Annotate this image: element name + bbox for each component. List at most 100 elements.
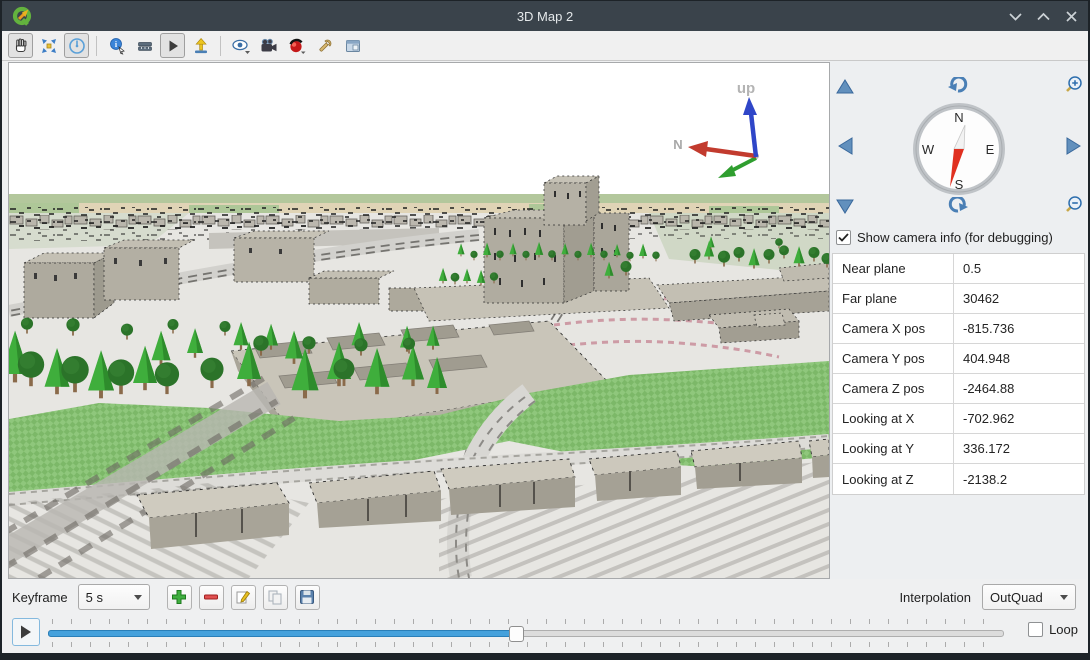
timeline-slider[interactable] bbox=[48, 618, 1004, 648]
zoom-in-button[interactable] bbox=[1062, 74, 1084, 96]
minus-icon bbox=[203, 589, 219, 605]
loop-label: Loop bbox=[1049, 622, 1078, 637]
window-title: 3D Map 2 bbox=[2, 9, 1088, 24]
zoom-in-icon bbox=[1063, 75, 1083, 95]
plus-icon bbox=[171, 589, 187, 605]
up-arrow-icon bbox=[836, 79, 854, 94]
configure-tool[interactable] bbox=[312, 33, 337, 58]
close-button[interactable] bbox=[1064, 9, 1078, 23]
on-screen-navigation-tool[interactable] bbox=[64, 33, 89, 58]
loop-row: Loop bbox=[1028, 622, 1078, 637]
edit-keyframe-button[interactable] bbox=[231, 585, 256, 610]
keyframe-bar: Keyframe 5 s bbox=[2, 579, 1088, 615]
right-arrow-icon bbox=[1066, 137, 1081, 155]
edit-pencil-icon bbox=[235, 589, 251, 605]
pan-hand-icon bbox=[12, 37, 30, 55]
svg-text:S: S bbox=[955, 177, 964, 192]
svg-text:N: N bbox=[954, 110, 963, 125]
interpolation-select[interactable]: OutQuad bbox=[982, 584, 1076, 610]
zoom-out-icon bbox=[1063, 195, 1083, 215]
navigation-clock-icon bbox=[68, 37, 86, 55]
red-sphere-icon bbox=[287, 37, 307, 55]
pan-right-button[interactable] bbox=[1062, 135, 1084, 157]
minimize-button[interactable] bbox=[1008, 9, 1022, 23]
rotate-cw-button[interactable] bbox=[947, 195, 969, 217]
timeline-slider-fill bbox=[48, 630, 516, 637]
show-camera-info-label: Show camera info (for debugging) bbox=[857, 230, 1053, 245]
rotate-ccw-icon bbox=[948, 77, 968, 95]
svg-text:E: E bbox=[986, 142, 995, 157]
rotate-cw-icon bbox=[948, 197, 968, 215]
table-row: Near plane0.5 bbox=[833, 254, 1084, 284]
svg-text:up: up bbox=[737, 80, 755, 97]
copy-icon bbox=[267, 589, 283, 605]
video-camera-icon bbox=[259, 37, 279, 55]
loop-checkbox[interactable] bbox=[1028, 622, 1043, 637]
play-animation-button[interactable] bbox=[12, 618, 40, 646]
camera-tool[interactable] bbox=[256, 33, 281, 58]
camera-pan-tool[interactable] bbox=[8, 33, 33, 58]
save-floppy-icon bbox=[299, 589, 315, 605]
identify-icon: i bbox=[108, 37, 126, 55]
effects-tool[interactable] bbox=[284, 33, 309, 58]
rotate-ccw-button[interactable] bbox=[947, 75, 969, 97]
keyframe-select[interactable]: 5 s bbox=[78, 584, 150, 610]
add-keyframe-button[interactable] bbox=[167, 585, 192, 610]
zoom-out-button[interactable] bbox=[1062, 194, 1084, 216]
pan-down-button[interactable] bbox=[834, 195, 856, 217]
app-window: 3D Map 2 bbox=[0, 0, 1090, 660]
play-icon bbox=[164, 37, 182, 55]
show-camera-info-checkbox[interactable] bbox=[836, 230, 851, 245]
playback-bar: Loop bbox=[2, 615, 1088, 653]
table-row: Camera Z pos-2464.88 bbox=[833, 374, 1084, 404]
view-options-tool[interactable] bbox=[228, 33, 253, 58]
animations-tool[interactable] bbox=[160, 33, 185, 58]
measure-icon bbox=[136, 37, 154, 55]
3d-viewport[interactable]: up N bbox=[8, 62, 830, 579]
navigation-widget: N E S W bbox=[830, 61, 1086, 229]
table-row: Camera X pos-815.736 bbox=[833, 314, 1084, 344]
check-icon bbox=[838, 233, 849, 242]
table-row: Camera Y pos404.948 bbox=[833, 344, 1084, 374]
table-row: Far plane30462 bbox=[833, 284, 1084, 314]
camera-panel: N E S W Show camera info (for debugging)… bbox=[830, 61, 1086, 579]
camera-info-table: Near plane0.5 Far plane30462 Camera X po… bbox=[832, 253, 1085, 495]
table-row: Looking at Y336.172 bbox=[833, 434, 1084, 464]
pan-left-button[interactable] bbox=[834, 135, 856, 157]
zoom-full-icon bbox=[40, 37, 58, 55]
interpolation-label: Interpolation bbox=[899, 590, 971, 605]
save-keyframes-button[interactable] bbox=[295, 585, 320, 610]
duplicate-keyframe-button[interactable] bbox=[263, 585, 288, 610]
wrench-icon bbox=[316, 37, 334, 55]
svg-text:N: N bbox=[673, 137, 682, 152]
toolbar-separator bbox=[220, 36, 221, 56]
table-row: Looking at Z-2138.2 bbox=[833, 464, 1084, 494]
dock-panel-tool[interactable] bbox=[340, 33, 365, 58]
maximize-button[interactable] bbox=[1036, 9, 1050, 23]
down-arrow-icon bbox=[836, 199, 854, 214]
compass[interactable]: N E S W bbox=[911, 101, 1007, 197]
left-arrow-icon bbox=[838, 137, 853, 155]
measure-line-tool[interactable] bbox=[132, 33, 157, 58]
chevron-down-icon bbox=[1060, 595, 1068, 600]
toolbar-separator bbox=[96, 36, 97, 56]
pan-up-button[interactable] bbox=[834, 75, 856, 97]
slider-ticks bbox=[52, 619, 1000, 624]
save-image-tool[interactable] bbox=[188, 33, 213, 58]
identify-tool[interactable]: i bbox=[104, 33, 129, 58]
toolbar: i bbox=[2, 31, 1088, 61]
timeline-slider-handle[interactable] bbox=[509, 626, 524, 642]
keyframe-label: Keyframe bbox=[12, 590, 68, 605]
eye-icon bbox=[231, 37, 251, 55]
table-row: Looking at X-702.962 bbox=[833, 404, 1084, 434]
3d-scene: up N bbox=[9, 63, 829, 578]
export-arrow-icon bbox=[192, 37, 210, 55]
slider-ticks bbox=[52, 642, 1000, 647]
svg-text:W: W bbox=[922, 142, 935, 157]
chevron-down-icon bbox=[134, 595, 142, 600]
zoom-full-tool[interactable] bbox=[36, 33, 61, 58]
play-icon bbox=[20, 625, 32, 639]
remove-keyframe-button[interactable] bbox=[199, 585, 224, 610]
show-camera-info-row[interactable]: Show camera info (for debugging) bbox=[836, 230, 1053, 245]
dock-window-icon bbox=[344, 37, 362, 55]
